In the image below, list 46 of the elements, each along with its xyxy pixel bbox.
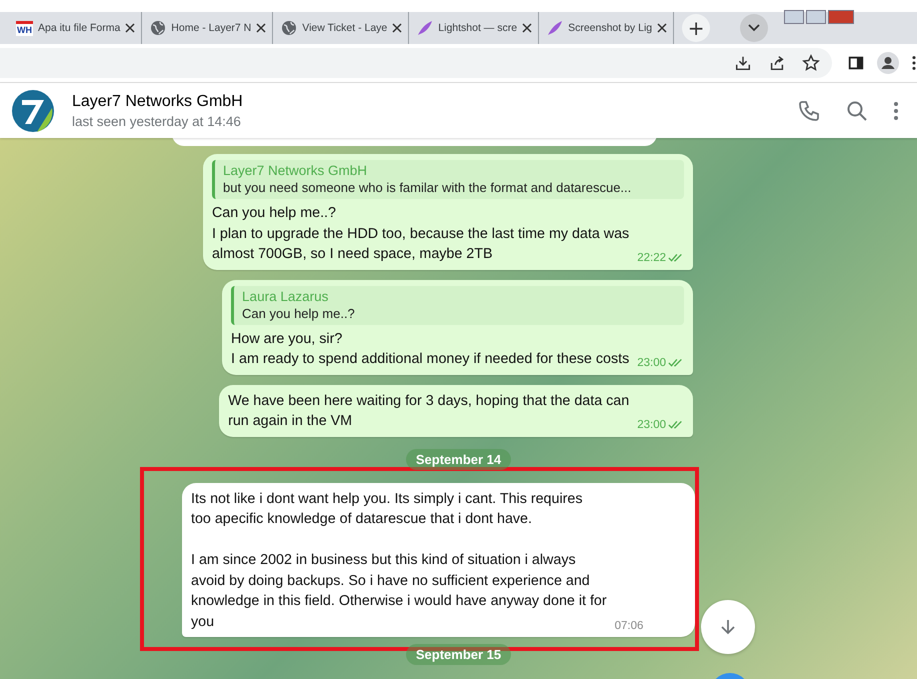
globe-icon xyxy=(281,20,298,36)
star-icon[interactable] xyxy=(802,54,820,72)
tab-title: Home - Layer7 N xyxy=(171,22,252,34)
site-logo-icon: WH xyxy=(16,20,33,36)
message-time: 23:00 xyxy=(637,357,666,369)
seven-logo-icon xyxy=(12,90,54,132)
last-seen-status: last seen yesterday at 14:46 xyxy=(72,114,242,128)
close-icon[interactable] xyxy=(256,23,266,33)
tab-search-button[interactable] xyxy=(740,14,768,42)
feather-icon xyxy=(417,20,434,36)
chevron-down-icon xyxy=(748,24,760,32)
menu-icon[interactable] xyxy=(911,54,917,72)
message-text: Can you help me..? I plan to upgrade the HDD too, because the last time my data was almost 700GB, so I need space, maybe 2TB xyxy=(212,204,630,264)
download-icon[interactable] xyxy=(734,54,752,72)
side-panel-icon[interactable] xyxy=(847,54,865,72)
window-controls[interactable] xyxy=(784,10,854,24)
share-icon[interactable] xyxy=(768,54,786,72)
reply-text: but you need someone who is familar with the format and datarescue... xyxy=(222,180,632,195)
message-time: 23:00 xyxy=(637,419,666,431)
close-icon[interactable] xyxy=(522,23,532,33)
tab-title: View Ticket - Laye xyxy=(302,22,388,34)
globe-icon xyxy=(150,20,166,36)
message-time: 07:06 xyxy=(614,620,644,632)
reply-author: Layer7 Networks GmbH xyxy=(222,163,368,178)
reply-quote[interactable]: Laura Lazarus Can you help me..? xyxy=(231,286,684,324)
reply-author: Laura Lazarus xyxy=(242,288,330,304)
date-label: September 14 xyxy=(406,448,512,470)
reply-text: Can you help me..? xyxy=(242,306,356,320)
tab-title: Apa itu file Forma xyxy=(38,22,120,34)
close-icon[interactable] xyxy=(392,23,402,33)
tab-title: Lightshot — scre xyxy=(438,22,518,34)
tab-title: Screenshot by Lig xyxy=(568,22,652,34)
message-time: 22:22 xyxy=(637,252,666,264)
date-label: September 15 xyxy=(406,644,512,665)
search-icon[interactable] xyxy=(845,98,869,122)
profile-icon[interactable] xyxy=(877,52,899,74)
reply-quote[interactable]: Layer7 Networks GmbH but you need someone who is familar with the format and datarescue... xyxy=(212,160,684,199)
phone-icon[interactable] xyxy=(797,98,821,122)
feather-icon xyxy=(547,20,564,36)
message-text: We have been here waiting for 3 days, hoping that the data can run again in the VM xyxy=(228,392,630,431)
close-icon[interactable] xyxy=(657,23,668,33)
chat-title: Layer7 Networks GmbH xyxy=(72,92,244,110)
message-text: How are you, sir? I am ready to spend additional money if needed for these costs xyxy=(231,330,630,369)
new-tab-button[interactable]: + xyxy=(682,14,710,42)
message-text: Its not like i dont want help you. Its simply i cant. This requires too apecific knowledge of datarescue that i dont have. I am since 2002 in business but this kind of situation i always avoid by doing backups. So i have no sufficient experience and knowledge in this field. Otherwise i would have anyway done it for you xyxy=(191,490,607,632)
close-icon[interactable] xyxy=(125,23,136,33)
